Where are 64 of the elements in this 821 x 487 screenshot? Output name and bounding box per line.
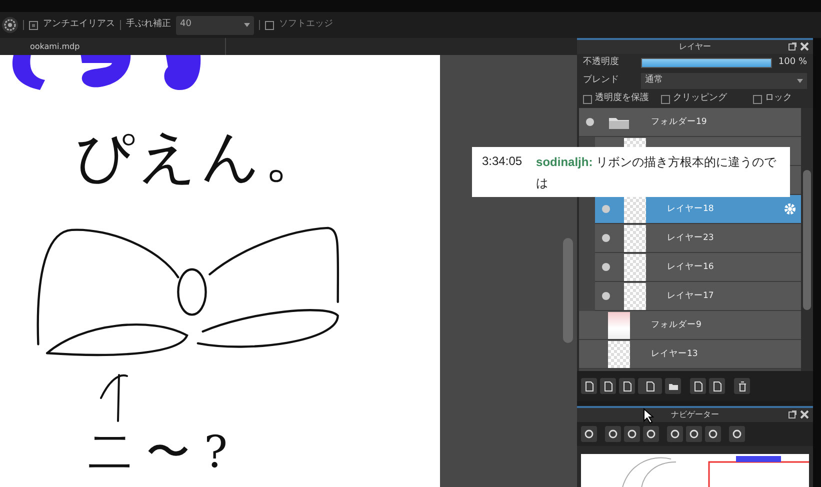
layer-row[interactable]: フォルダー19 [579, 108, 801, 137]
close-icon[interactable] [800, 410, 809, 419]
layer-name: フォルダー9 [651, 318, 702, 332]
soft-edge-label: ソフトエッジ [279, 18, 333, 32]
option-checkbox[interactable] [753, 94, 762, 104]
canvas-scrollbar[interactable] [563, 238, 573, 343]
option-checkbox[interactable] [661, 94, 670, 104]
stabilizer-select[interactable]: 40 [176, 16, 254, 34]
opacity-value: 100 % [778, 56, 807, 70]
blend-label: ブレンド [583, 74, 620, 88]
opacity-label: 不透明度 [583, 56, 620, 70]
layer-row[interactable]: レイヤー18 [595, 195, 801, 224]
folder-icon[interactable] [665, 378, 681, 394]
opacity-slider[interactable] [641, 58, 772, 68]
layer-row[interactable]: レイヤー23 [595, 224, 801, 253]
handwritten-text: ぴえん。 [75, 121, 326, 192]
layer-row[interactable]: レイヤー17 [595, 282, 801, 311]
chat-time: 3:34:05 [482, 153, 522, 170]
option-checkbox[interactable] [583, 94, 592, 104]
layer-thumbnail [624, 282, 646, 310]
visibility-icon[interactable] [602, 292, 610, 300]
layer-name: レイヤー16 [667, 260, 714, 274]
visibility-icon[interactable] [602, 263, 610, 271]
layer-name: フォルダー19 [651, 116, 707, 128]
close-icon[interactable] [800, 42, 809, 51]
blend-select[interactable]: 通常 [641, 73, 807, 89]
layer-thumbnail [624, 224, 646, 252]
option-label: クリッピング [673, 92, 727, 106]
popout-icon[interactable] [788, 410, 797, 419]
layer-name: レイヤー13 [651, 348, 698, 360]
panel-title: ナビゲーター [671, 409, 719, 421]
visibility-icon[interactable] [602, 234, 610, 242]
layer-name: レイヤー23 [667, 232, 714, 244]
trash-icon[interactable] [734, 378, 750, 394]
stabilizer-label: 手ぶれ補正 [126, 18, 171, 32]
option-label: ロック [765, 92, 792, 106]
arrow-drawing [99, 373, 129, 423]
layer-row[interactable]: レイヤー16 [595, 253, 801, 282]
new-layer-icon[interactable] [581, 378, 597, 394]
new-layer-icon[interactable] [600, 378, 616, 394]
chat-message: sodinaljh: リボンの描き方根本的に違うのでは [536, 154, 776, 192]
folder-thumbnail [608, 312, 630, 338]
settings-icon[interactable] [2, 17, 18, 33]
caret-icon [244, 23, 250, 27]
layer-row[interactable]: フォルダー9 [579, 311, 801, 340]
settings-icon[interactable] [783, 202, 797, 216]
new-layer-icon[interactable] [619, 378, 635, 394]
antialias-checkbox[interactable] [29, 20, 38, 30]
layer-row[interactable]: レイヤー13 [579, 340, 801, 369]
new-layer-icon[interactable] [638, 378, 662, 394]
layer-thumbnail [624, 254, 646, 280]
layer-name: レイヤー17 [667, 290, 714, 302]
layer-scrollbar[interactable] [801, 108, 813, 371]
panel-title: レイヤー [679, 41, 711, 53]
layer-name: レイヤー18 [667, 202, 714, 216]
layer-thumbnail [608, 340, 630, 368]
handwritten-text: 二〜? [88, 426, 242, 480]
caret-icon [797, 79, 803, 83]
antialias-label: アンチエイリアス [43, 18, 115, 32]
visibility-icon[interactable] [586, 118, 594, 126]
soft-edge-checkbox[interactable] [265, 20, 274, 30]
cursor-icon [643, 408, 654, 424]
popout-icon[interactable] [788, 42, 797, 51]
option-label: 透明度を保護 [595, 92, 649, 106]
